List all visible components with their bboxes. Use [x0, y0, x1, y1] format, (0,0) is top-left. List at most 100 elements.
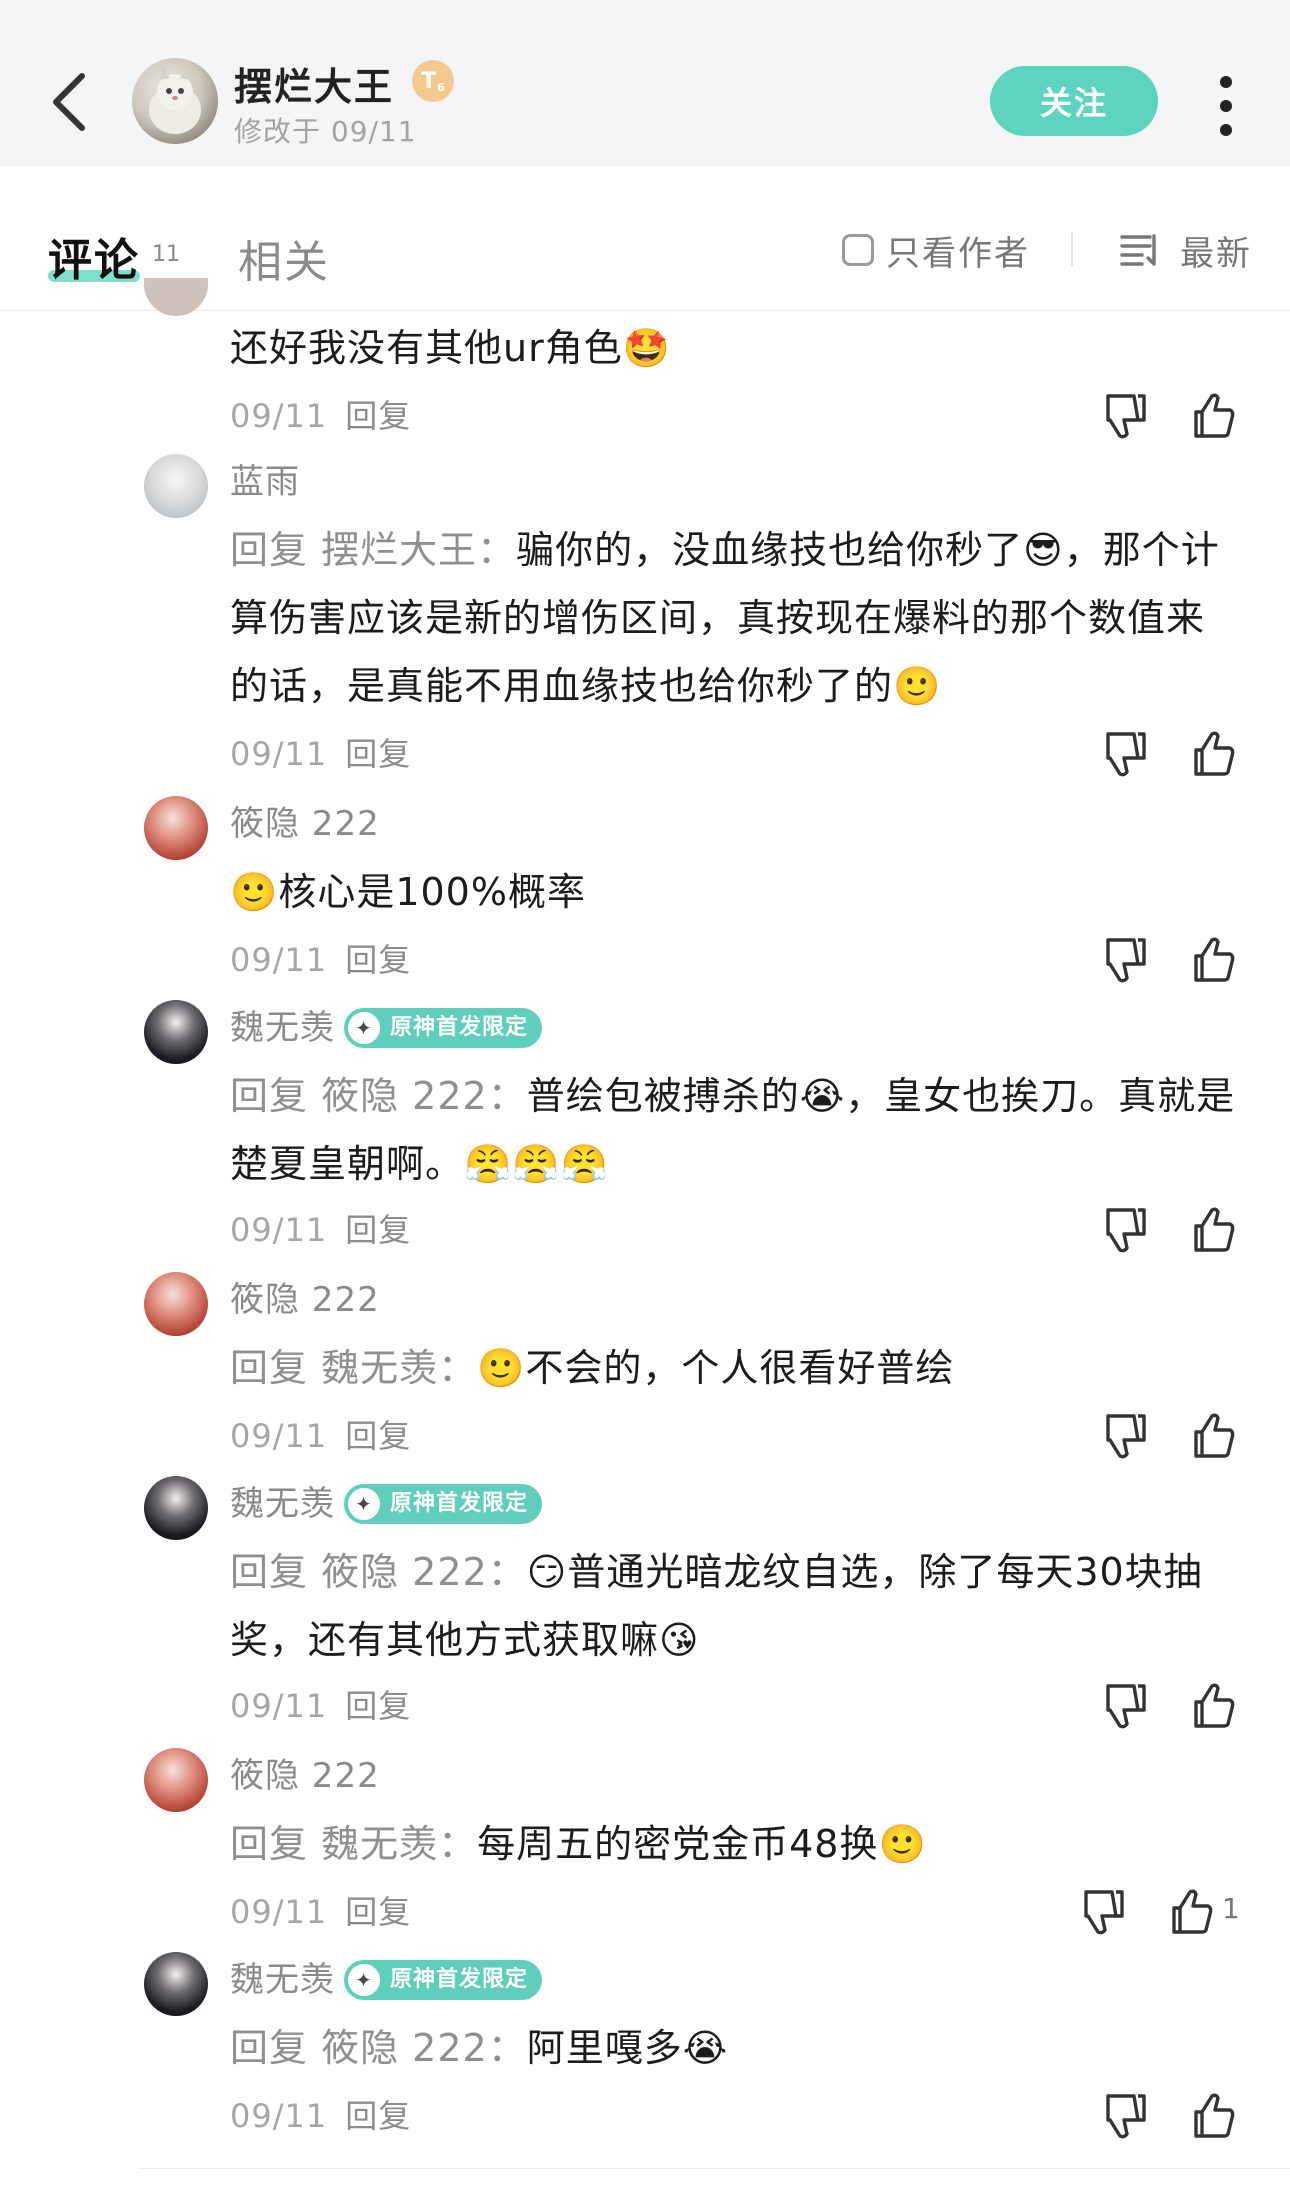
badge-label: 原神首发限定 — [390, 1015, 529, 1040]
dislike-icon[interactable] — [1100, 1680, 1152, 1732]
reply-button[interactable]: 回复 — [345, 1417, 411, 1455]
comment-date: 09/11 — [230, 1687, 328, 1725]
dislike-icon[interactable] — [1100, 2090, 1152, 2142]
like-icon[interactable] — [1188, 728, 1240, 780]
more-options-button[interactable] — [1210, 72, 1242, 136]
comment-date: 09/11 — [230, 1211, 328, 1249]
username[interactable]: 筱隐 222 — [230, 1278, 380, 1322]
avatar[interactable] — [144, 1272, 208, 1336]
like-icon[interactable] — [1188, 1204, 1240, 1256]
only-author-toggle[interactable]: 只看作者 — [842, 226, 1030, 274]
comment-date: 09/11 — [230, 1417, 328, 1455]
comment-meta: 09/11 回复 — [230, 1412, 411, 1460]
cat-avatar-icon — [149, 66, 201, 134]
comment-body: 还好我没有其他ur角色🤩 — [230, 314, 1240, 382]
top-bar: 摆烂大王 T6 修改于 09/11 关注 — [0, 0, 1290, 166]
dislike-icon[interactable] — [1100, 728, 1152, 780]
comment-meta: 09/11 回复 — [230, 392, 411, 440]
badge-icon: ✦ — [346, 1486, 382, 1522]
avatar[interactable] — [144, 1000, 208, 1064]
comment-text: 🙂核心是100%概率 — [230, 870, 586, 914]
badge-label: 原神首发限定 — [390, 1967, 529, 1992]
avatar[interactable] — [144, 1952, 208, 2016]
reply-button[interactable]: 回复 — [345, 2097, 411, 2135]
comment-text: 🙂不会的，个人很看好普绘 — [477, 1346, 955, 1390]
reply-button[interactable]: 回复 — [345, 941, 411, 979]
level-badge: T6 — [412, 60, 454, 102]
like-icon[interactable] — [1188, 1410, 1240, 1462]
username[interactable]: 魏无羡 — [230, 1006, 335, 1050]
comment-date: 09/11 — [230, 2097, 328, 2135]
comment-date: 09/11 — [230, 735, 328, 773]
only-author-label: 只看作者 — [886, 233, 1030, 274]
reply-button[interactable]: 回复 — [345, 1687, 411, 1725]
like-icon[interactable] — [1188, 2090, 1240, 2142]
comment-text: 每周五的密党金币48换 — [477, 1822, 879, 1866]
reply-button[interactable]: 回复 — [345, 1893, 411, 1931]
author-avatar[interactable] — [132, 58, 218, 144]
comment-text: 还好我没有其他ur角色 — [230, 326, 623, 370]
emoji: 🤩 — [622, 326, 672, 370]
level-badge-number: 6 — [437, 80, 445, 94]
dislike-icon[interactable] — [1100, 390, 1152, 442]
avatar[interactable] — [144, 1748, 208, 1812]
avatar[interactable] — [144, 1476, 208, 1540]
like-icon[interactable] — [1188, 1680, 1240, 1732]
username[interactable]: 筱隐 222 — [230, 1754, 380, 1798]
checkbox-icon[interactable] — [842, 234, 874, 266]
emoji: 😤😤😤 — [464, 1142, 609, 1186]
user-badge: ✦ 原神首发限定 — [344, 1484, 543, 1524]
edited-time: 修改于 09/11 — [234, 115, 417, 148]
like-icon[interactable] — [1166, 1886, 1218, 1938]
reply-prefix: 回复 魏无羡： — [230, 1822, 478, 1866]
emoji: 😭 — [682, 2026, 729, 2070]
reply-button[interactable]: 回复 — [345, 1211, 411, 1249]
comment-body: 回复 筱隐 222：阿里嘎多😭 — [230, 2014, 1240, 2082]
comment-text: 阿里嘎多 — [526, 2026, 683, 2070]
reply-prefix: 回复 魏无羡： — [230, 1346, 478, 1390]
sort-label: 最新 — [1180, 233, 1252, 274]
comment-meta: 09/11 回复 — [230, 2092, 411, 2140]
dislike-icon[interactable] — [1100, 1204, 1152, 1256]
comment-meta: 09/11 回复 — [230, 1206, 411, 1254]
username[interactable]: 筱隐 222 — [230, 802, 380, 846]
author-name[interactable]: 摆烂大王 — [234, 56, 394, 111]
user-badge: ✦ 原神首发限定 — [344, 1008, 543, 1048]
comments-count: 11 — [152, 242, 180, 267]
badge-icon: ✦ — [346, 1962, 382, 1998]
username[interactable]: 魏无羡 — [230, 1958, 335, 2002]
avatar[interactable] — [144, 454, 208, 518]
back-button[interactable] — [44, 62, 100, 142]
dislike-icon[interactable] — [1078, 1886, 1130, 1938]
dislike-icon[interactable] — [1100, 1410, 1152, 1462]
reply-button[interactable]: 回复 — [345, 735, 411, 773]
username[interactable]: 魏无羡 — [230, 1482, 335, 1526]
like-icon[interactable] — [1188, 934, 1240, 986]
like-icon[interactable] — [1188, 390, 1240, 442]
follow-button[interactable]: 关注 — [990, 66, 1158, 136]
tab-related[interactable]: 相关 — [238, 226, 330, 290]
reply-button[interactable]: 回复 — [345, 397, 411, 435]
tab-comments[interactable]: 评论 — [48, 224, 140, 288]
badge-icon: ✦ — [346, 1010, 382, 1046]
avatar[interactable] — [144, 796, 208, 860]
reply-prefix: 回复 摆烂大王： — [230, 528, 517, 572]
comment-meta: 09/11 回复 — [230, 730, 411, 778]
emoji: 🙂 — [878, 1822, 927, 1866]
dislike-icon[interactable] — [1100, 934, 1152, 986]
reply-prefix: 回复 筱隐 222： — [230, 1550, 527, 1594]
comment-meta: 09/11 回复 — [230, 1888, 411, 1936]
sort-button[interactable]: 最新 — [1120, 226, 1252, 274]
chevron-left-icon — [53, 73, 85, 131]
comment-date: 09/11 — [230, 941, 328, 979]
more-vertical-icon — [1210, 76, 1242, 136]
comment-body: 回复 魏无羡：每周五的密党金币48换🙂 — [230, 1810, 1240, 1878]
reply-prefix: 回复 筱隐 222： — [230, 1074, 527, 1118]
comment-body: 回复 摆烂大王：骗你的，没血缘技也给你秒了😎，那个计算伤害应该是新的增伤区间，真… — [230, 516, 1240, 720]
emoji: 😘 — [659, 1618, 700, 1662]
badge-label: 原神首发限定 — [390, 1491, 529, 1516]
user-badge: ✦ 原神首发限定 — [344, 1960, 543, 2000]
comment-date: 09/11 — [230, 1893, 328, 1931]
divider — [1071, 232, 1073, 266]
username[interactable]: 蓝雨 — [230, 460, 300, 504]
